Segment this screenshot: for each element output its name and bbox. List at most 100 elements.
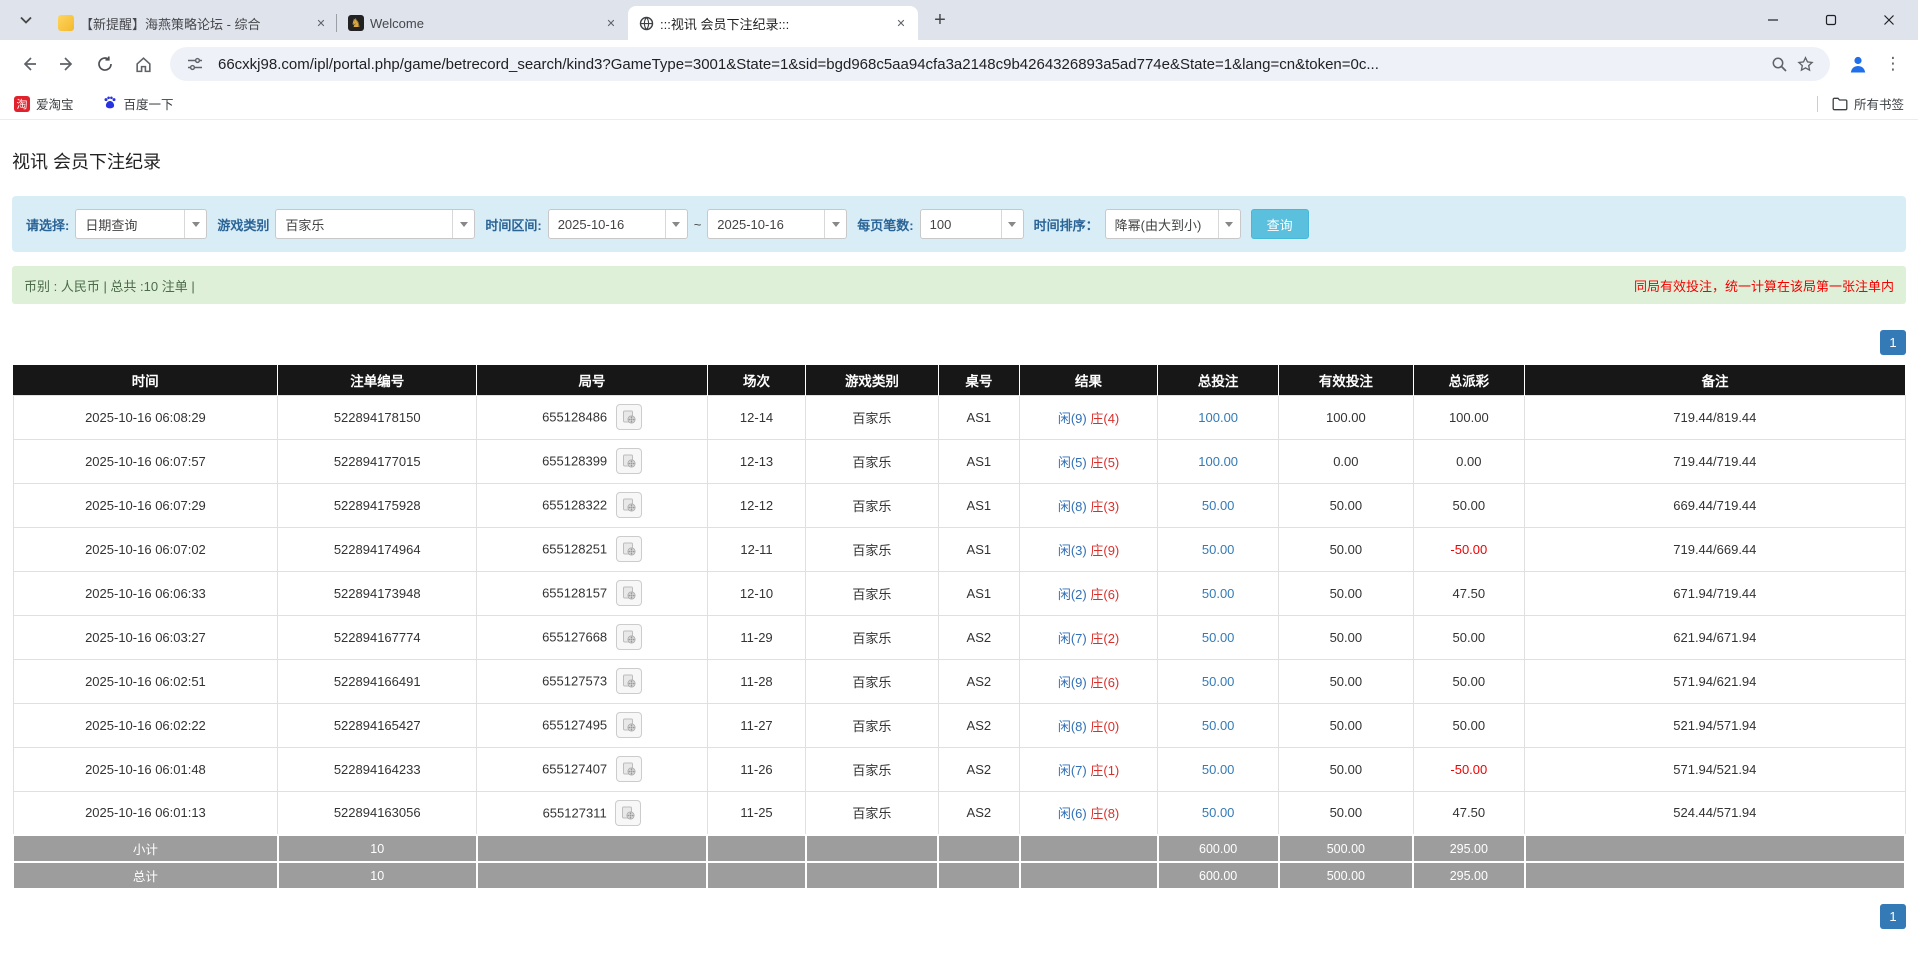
search-button[interactable]: 查询 — [1251, 209, 1309, 239]
cell-time: 2025-10-16 06:01:13 — [13, 791, 278, 835]
back-button[interactable] — [12, 47, 46, 81]
new-tab-button[interactable]: + — [926, 6, 954, 34]
table-row: 2025-10-16 06:01:48 522894164233 6551274… — [13, 747, 1905, 791]
browser-menu-icon[interactable]: ⋮ — [1878, 49, 1908, 79]
tab-forum[interactable]: 【新提醒】海燕策略论坛 - 综合 ✕ — [48, 6, 338, 40]
tab-welcome[interactable]: ♞ Welcome ✕ — [338, 6, 628, 40]
chevron-down-icon[interactable] — [452, 210, 474, 238]
total-bet-link[interactable]: 50.00 — [1202, 718, 1235, 733]
cell-payout: 50.00 — [1413, 483, 1525, 527]
cell-table-no: AS1 — [938, 527, 1019, 571]
bookmark-star-icon[interactable] — [1792, 51, 1818, 77]
video-replay-button[interactable] — [616, 536, 642, 562]
tab-close-icon[interactable]: ✕ — [892, 14, 910, 32]
video-replay-button[interactable] — [616, 448, 642, 474]
video-replay-button[interactable] — [616, 624, 642, 650]
result-banker: 庄(2) — [1090, 631, 1119, 646]
cell-result: 闲(8) 庄(0) — [1020, 703, 1158, 747]
cell-time: 2025-10-16 06:02:51 — [13, 659, 278, 703]
cell-session: 12-12 — [707, 483, 805, 527]
profile-avatar-icon[interactable] — [1842, 48, 1874, 80]
url-bar[interactable]: 66cxkj98.com/ipl/portal.php/game/betreco… — [170, 47, 1830, 81]
cell-payout: 0.00 — [1413, 439, 1525, 483]
home-button[interactable] — [126, 47, 160, 81]
sort-select[interactable]: 降幂(由大到小) — [1105, 209, 1241, 239]
chevron-down-icon[interactable] — [184, 210, 206, 238]
cell-session: 11-29 — [707, 615, 805, 659]
date-to-select[interactable]: 2025-10-16 — [707, 209, 847, 239]
tab-search-button[interactable] — [12, 6, 40, 34]
total-bet-link[interactable]: 50.00 — [1202, 762, 1235, 777]
bookmark-baidu[interactable]: 百度一下 — [102, 94, 174, 113]
video-replay-button[interactable] — [616, 580, 642, 606]
cell-bet-id: 522894166491 — [278, 659, 477, 703]
query-type-select[interactable]: 日期查询 — [75, 209, 207, 239]
cell-bet-id: 522894177015 — [278, 439, 477, 483]
cell-session: 12-10 — [707, 571, 805, 615]
minimize-button[interactable] — [1744, 0, 1802, 40]
tab-close-icon[interactable]: ✕ — [602, 14, 620, 32]
total-bet-link[interactable]: 100.00 — [1198, 410, 1238, 425]
cell-result: 闲(7) 庄(1) — [1020, 747, 1158, 791]
cell-remark: 524.44/571.94 — [1525, 791, 1905, 835]
video-replay-button[interactable] — [616, 492, 642, 518]
result-player: 闲(8) — [1058, 719, 1087, 734]
total-bet-link[interactable]: 50.00 — [1202, 542, 1235, 557]
total-bet-link[interactable]: 50.00 — [1202, 805, 1235, 820]
pagination-page-1[interactable]: 1 — [1880, 904, 1906, 929]
chevron-down-icon[interactable] — [1001, 210, 1023, 238]
forward-button[interactable] — [50, 47, 84, 81]
video-replay-button[interactable] — [615, 800, 641, 826]
round-id-text: 655128251 — [542, 542, 607, 557]
subtotal-total-bet: 600.00 — [1158, 835, 1279, 862]
cell-result: 闲(2) 庄(6) — [1020, 571, 1158, 615]
total-bet-link[interactable]: 50.00 — [1202, 674, 1235, 689]
cell-table-no: AS2 — [938, 791, 1019, 835]
page-size-select[interactable]: 100 — [920, 209, 1024, 239]
total-bet-link[interactable]: 50.00 — [1202, 586, 1235, 601]
total-bet-link[interactable]: 100.00 — [1198, 454, 1238, 469]
all-bookmarks[interactable]: 所有书签 — [1817, 94, 1904, 113]
video-replay-button[interactable] — [616, 668, 642, 694]
total-total-bet: 600.00 — [1158, 862, 1279, 889]
bookmark-label: 爱淘宝 — [36, 94, 74, 113]
cell-session: 12-11 — [707, 527, 805, 571]
total-bet-link[interactable]: 50.00 — [1202, 630, 1235, 645]
close-button[interactable] — [1860, 0, 1918, 40]
cell-time: 2025-10-16 06:07:57 — [13, 439, 278, 483]
chevron-down-icon[interactable] — [1218, 210, 1240, 238]
bookmark-aitaobao[interactable]: 淘 爱淘宝 — [14, 94, 74, 113]
video-replay-button[interactable] — [616, 756, 642, 782]
cell-total-bet: 50.00 — [1158, 703, 1279, 747]
query-type-label: 请选择: — [26, 215, 69, 234]
round-id-text: 655128157 — [542, 586, 607, 601]
cell-result: 闲(3) 庄(9) — [1020, 527, 1158, 571]
cell-remark: 621.94/671.94 — [1525, 615, 1905, 659]
maximize-button[interactable] — [1802, 0, 1860, 40]
chevron-down-icon[interactable] — [665, 210, 687, 238]
tab-close-icon[interactable]: ✕ — [312, 14, 330, 32]
cell-payout: 100.00 — [1413, 395, 1525, 439]
result-banker: 庄(9) — [1090, 543, 1119, 558]
result-banker: 庄(6) — [1090, 587, 1119, 602]
total-bet-link[interactable]: 50.00 — [1202, 498, 1235, 513]
cell-remark: 719.44/819.44 — [1525, 395, 1905, 439]
site-settings-tune-icon[interactable] — [182, 51, 208, 77]
game-type-select[interactable]: 百家乐 — [275, 209, 475, 239]
pagination-page-1[interactable]: 1 — [1880, 330, 1906, 355]
chevron-down-icon[interactable] — [824, 210, 846, 238]
cell-payout: -50.00 — [1413, 527, 1525, 571]
cell-game-type: 百家乐 — [806, 747, 938, 791]
video-replay-button[interactable] — [616, 712, 642, 738]
cell-total-bet: 50.00 — [1158, 747, 1279, 791]
zoom-icon[interactable] — [1766, 51, 1792, 77]
reload-button[interactable] — [88, 47, 122, 81]
video-replay-button[interactable] — [616, 404, 642, 430]
subtotal-payout: 295.00 — [1413, 835, 1525, 862]
bookmarks-bar: 淘 爱淘宝 百度一下 所有书签 — [0, 88, 1918, 120]
cell-bet-id: 522894164233 — [278, 747, 477, 791]
folder-icon — [1832, 97, 1848, 111]
cell-table-no: AS1 — [938, 439, 1019, 483]
date-from-select[interactable]: 2025-10-16 — [548, 209, 688, 239]
tab-bet-records[interactable]: :::视讯 会员下注纪录::: ✕ — [628, 6, 918, 40]
